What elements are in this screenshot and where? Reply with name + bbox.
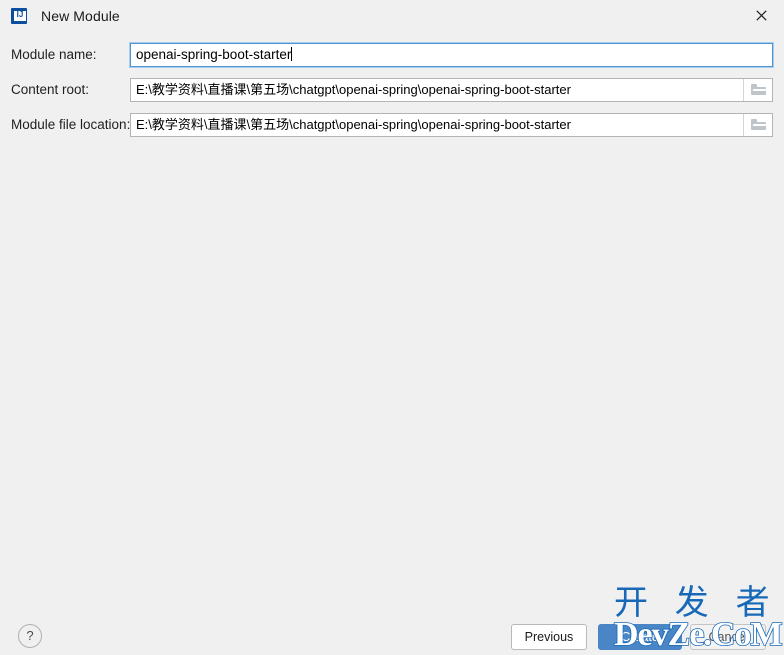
label-module-name: Module name: — [11, 47, 97, 62]
close-icon[interactable] — [738, 0, 784, 30]
module-file-location-value: E:\教学资料\直播课\第五场\chatgpt\openai-spring\op… — [136, 117, 571, 132]
folder-icon — [750, 119, 766, 131]
module-file-location-browse-button[interactable] — [743, 114, 772, 136]
intellij-idea-icon-bar — [14, 18, 26, 21]
form-row-module-file-location: Module file location: E:\教学资料\直播课\第五场\ch… — [0, 113, 784, 137]
content-root-value: E:\教学资料\直播课\第五场\chatgpt\openai-spring\op… — [136, 82, 571, 97]
module-name-value: openai-spring-boot-starter — [136, 47, 292, 62]
module-file-location-input[interactable]: E:\教学资料\直播课\第五场\chatgpt\openai-spring\op… — [130, 113, 773, 137]
watermark-chinese-text: 开 发 者 — [614, 583, 778, 623]
label-content-root: Content root: — [11, 82, 90, 97]
window-title: New Module — [41, 7, 120, 24]
text-caret — [291, 47, 293, 61]
form-row-content-root: Content root: E:\教学资料\直播课\第五场\chatgpt\op… — [0, 78, 784, 102]
content-root-browse-button[interactable] — [743, 79, 772, 101]
cancel-button[interactable]: Cancel — [690, 624, 766, 650]
folder-icon — [750, 84, 766, 96]
create-button[interactable]: Create — [598, 624, 682, 650]
window-titlebar: IJ New Module — [0, 0, 784, 31]
module-name-input-text: openai-spring-boot-starter — [136, 44, 768, 66]
help-button[interactable]: ? — [18, 624, 42, 648]
label-module-file-location: Module file location: — [11, 117, 131, 132]
module-name-input[interactable]: openai-spring-boot-starter — [130, 43, 773, 67]
intellij-idea-icon: IJ — [11, 7, 27, 24]
previous-button[interactable]: Previous — [511, 624, 587, 650]
form-row-module-name: Module name: openai-spring-boot-starter — [0, 43, 784, 67]
content-root-input[interactable]: E:\教学资料\直播课\第五场\chatgpt\openai-spring\op… — [130, 78, 773, 102]
